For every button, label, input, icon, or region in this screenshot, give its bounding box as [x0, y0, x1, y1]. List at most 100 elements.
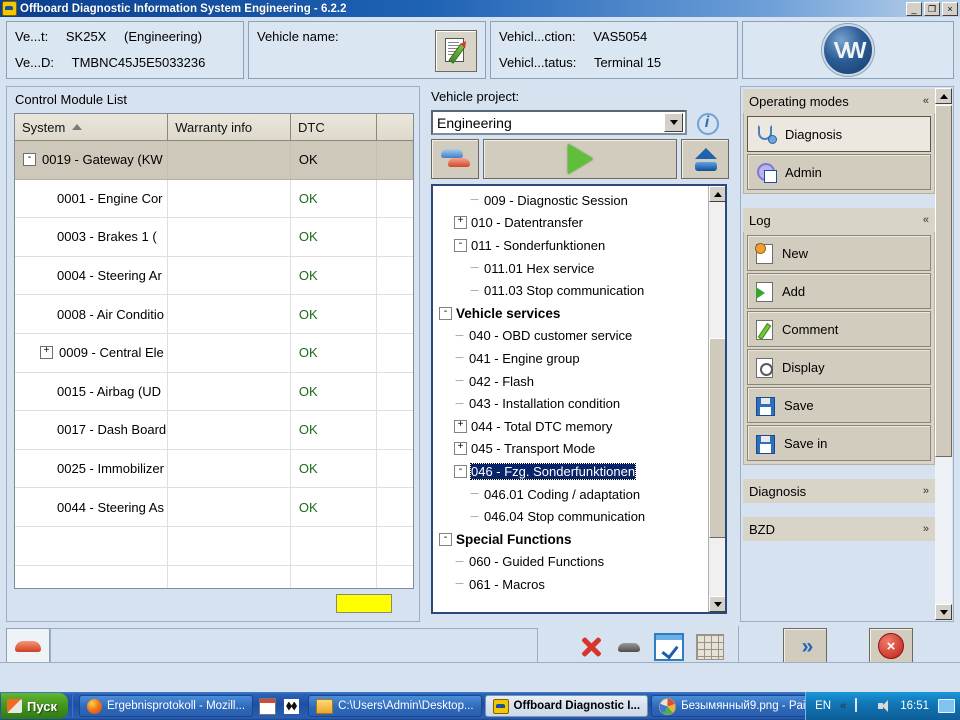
sidebar-scrollbar[interactable]	[935, 88, 952, 620]
sidebar-item-comment[interactable]: Comment	[747, 311, 931, 347]
sidebar-scrollbar-thumb[interactable]	[935, 105, 952, 457]
sidebar-item-new[interactable]: New	[747, 235, 931, 271]
window-controls[interactable]: _ ❐ ×	[906, 2, 958, 16]
table-row[interactable]	[15, 526, 413, 566]
red-car-icon[interactable]	[6, 628, 50, 666]
taskbar-item[interactable]: C:\Users\Admin\Desktop...	[308, 695, 482, 717]
column-header-extra[interactable]	[377, 114, 413, 140]
tree-node[interactable]: ─ 042 - Flash	[433, 370, 709, 393]
collapse-toggle-icon[interactable]: -	[454, 464, 467, 478]
monitor-icon[interactable]	[938, 699, 955, 713]
calendar-icon[interactable]	[259, 697, 277, 715]
table-row[interactable]	[15, 565, 413, 588]
volume-muted-icon[interactable]	[878, 700, 891, 712]
table-row[interactable]: 0003 - Brakes 1 (OK	[15, 218, 413, 257]
tree-node[interactable]: ─ 040 - OBD customer service	[433, 325, 709, 348]
sidebar-group-container: Operating modes « Diagnosis Admin Log « New Add…	[743, 89, 935, 619]
table-row[interactable]: 0001 - Engine Cor OK	[15, 179, 413, 219]
taskbar-item[interactable]: Offboard Diagnostic I...	[484, 695, 649, 717]
sidebar-group-header-diagnosis[interactable]: Diagnosis »	[743, 479, 935, 503]
next-button[interactable]: »	[783, 628, 827, 664]
tree-node[interactable]: ─ 009 - Diagnostic Session	[433, 189, 709, 212]
chevron-down-icon[interactable]	[664, 113, 683, 132]
vehicle-project-select[interactable]: Engineering	[431, 110, 687, 135]
grid-icon[interactable]	[696, 634, 724, 660]
taskbar-item[interactable]: Безымянный9.png - Paint	[651, 695, 824, 717]
table-row[interactable]: 0044 - Steering As OK	[15, 488, 413, 527]
table-row[interactable]: 0008 - Air Conditio OK	[15, 295, 413, 334]
scrollbar-thumb[interactable]	[709, 338, 725, 538]
expand-toggle-icon[interactable]: +	[40, 346, 53, 360]
collapse-toggle-icon[interactable]: -	[23, 153, 36, 167]
collapse-toggle-icon[interactable]: -	[439, 306, 452, 320]
cancel-icon[interactable]	[578, 634, 604, 660]
cell-dtc	[291, 526, 378, 565]
tray-expand-icon[interactable]: «	[840, 700, 846, 712]
table-row[interactable]: +0009 - Central Ele OK	[15, 333, 413, 373]
start-button[interactable]: Пуск	[1, 693, 68, 719]
sidebar-item-add[interactable]: Add	[747, 273, 931, 309]
column-header-dtc[interactable]: DTC	[291, 114, 378, 140]
tree-node[interactable]: +010 - Datentransfer	[433, 212, 709, 235]
clock[interactable]: 16:51	[900, 700, 929, 712]
sidebar-item-save[interactable]: Save	[747, 387, 931, 423]
tree-node[interactable]: ─ 060 - Guided Functions	[433, 551, 709, 574]
tree-node[interactable]: +044 - Total DTC memory	[433, 415, 709, 438]
tree-node[interactable]: ─ 046.04 Stop communication	[433, 505, 709, 528]
close-session-button[interactable]: ×	[869, 628, 913, 664]
column-header-warranty[interactable]: Warranty info	[168, 114, 292, 140]
scroll-up-button[interactable]	[709, 186, 725, 202]
chevron-up-icon[interactable]: «	[923, 214, 929, 226]
table-row[interactable]: 0004 - Steering Ar OK	[15, 256, 413, 296]
table-row[interactable]: 0015 - Airbag (UD OK	[15, 372, 413, 412]
tree-node[interactable]: ─ 043 - Installation condition	[433, 392, 709, 415]
column-header-system[interactable]: System	[15, 114, 169, 140]
expand-toggle-icon[interactable]: +	[454, 419, 467, 433]
sidebar-scroll-up-button[interactable]	[935, 88, 952, 104]
battery-icon[interactable]	[855, 697, 869, 714]
tree-node[interactable]: - Special Functions	[433, 528, 709, 551]
tree-node[interactable]: -011 - Sonderfunktionen	[433, 234, 709, 257]
chevron-up-icon[interactable]: «	[923, 95, 929, 107]
expand-toggle-icon[interactable]: +	[454, 442, 467, 456]
tree-node[interactable]: ─ 011.01 Hex service	[433, 257, 709, 280]
bat-icon[interactable]	[284, 698, 300, 714]
taskbar-item[interactable]: Ergebnisprotokoll - Mozill...	[79, 695, 254, 717]
sidebar-item-admin[interactable]: Admin	[747, 154, 931, 190]
tree-node[interactable]: ─ 041 - Engine group	[433, 347, 709, 370]
sidebar-item-diagnosis[interactable]: Diagnosis	[747, 116, 931, 152]
tree-node[interactable]: ─ 046.01 Coding / adaptation	[433, 483, 709, 506]
close-button[interactable]: ×	[942, 2, 958, 16]
maximize-button[interactable]: ❐	[924, 2, 940, 16]
vehicle-select-icon[interactable]	[431, 139, 479, 179]
tree-scrollbar[interactable]	[708, 186, 725, 612]
tree-node[interactable]: -046 - Fzg. Sonderfunktionen	[433, 460, 709, 483]
grey-car-icon[interactable]	[616, 634, 642, 660]
sidebar-group-header-operating-modes[interactable]: Operating modes «	[743, 89, 935, 113]
expand-toggle-icon[interactable]: +	[454, 216, 467, 230]
chevron-down-icon[interactable]: »	[923, 485, 929, 497]
chevron-down-icon[interactable]: »	[923, 523, 929, 535]
sidebar-item-display[interactable]: Display	[747, 349, 931, 385]
tree-node[interactable]: ─ 011.03 Stop communication	[433, 279, 709, 302]
checked-window-icon[interactable]	[654, 633, 684, 661]
table-row[interactable]: 0025 - Immobilizer OK	[15, 449, 413, 489]
table-row[interactable]: -0019 - Gateway (KW OK	[15, 141, 413, 180]
sidebar-scroll-down-button[interactable]	[935, 604, 952, 620]
info-icon[interactable]: i	[696, 112, 719, 135]
language-indicator[interactable]: EN	[815, 700, 831, 712]
scroll-down-button[interactable]	[709, 596, 725, 612]
tree-node[interactable]: ─ 061 - Macros	[433, 573, 709, 596]
run-icon[interactable]	[483, 139, 677, 179]
edit-note-icon[interactable]	[435, 30, 477, 72]
tree-node[interactable]: - Vehicle services	[433, 302, 709, 325]
sidebar-item-save-in[interactable]: Save in	[747, 425, 931, 461]
sidebar-group-header-log[interactable]: Log «	[743, 208, 935, 232]
table-row[interactable]: 0017 - Dash Board OK	[15, 411, 413, 450]
sidebar-group-header-bzd[interactable]: BZD »	[743, 517, 935, 541]
collapse-toggle-icon[interactable]: -	[454, 238, 467, 252]
eject-icon[interactable]	[681, 139, 729, 179]
tree-node[interactable]: +045 - Transport Mode	[433, 438, 709, 461]
minimize-button[interactable]: _	[906, 2, 922, 16]
collapse-toggle-icon[interactable]: -	[439, 532, 452, 546]
